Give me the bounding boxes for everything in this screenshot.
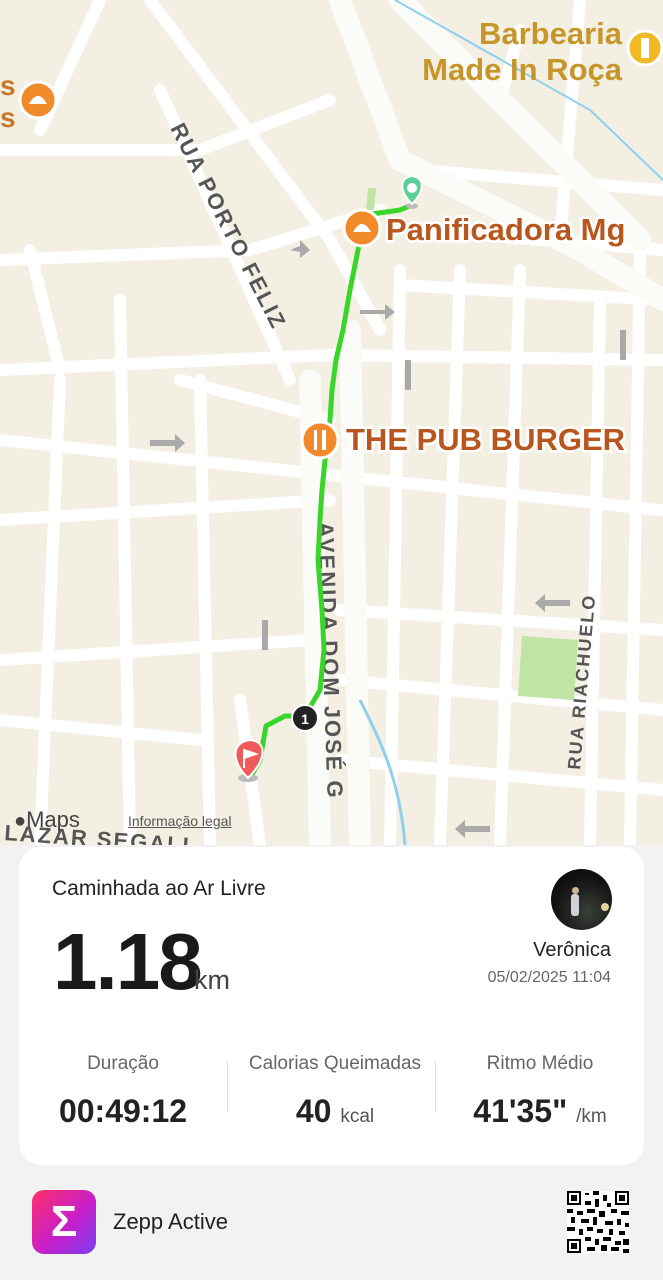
stat-value: 41'35" /km — [473, 1093, 607, 1129]
stat-divider — [435, 1061, 436, 1111]
distance-unit: km — [194, 965, 230, 995]
maps-attribution: ●Maps — [14, 807, 80, 833]
route-start-pin-icon[interactable] — [401, 174, 423, 209]
activity-summary-card: Caminhada ao Ar Livre 1.18 km Verônica 0… — [19, 847, 644, 1165]
poi-label-barbearia-1: Barbearia — [479, 16, 623, 51]
poi-label-panificadora: Panificadora Mg — [386, 212, 625, 247]
barber-icon[interactable] — [626, 29, 663, 67]
stat-value: 00:49:12 — [58, 1093, 188, 1129]
stat-pace: Ritmo Médio 41'35" /km — [459, 1053, 621, 1130]
qr-code-icon[interactable] — [567, 1191, 629, 1253]
bakery-icon-left[interactable] — [18, 80, 58, 120]
route-map[interactable]: RUA PORTO FELIZ AVENIDA DOM JOSÉ G RUA R… — [0, 0, 663, 845]
poi-label-barbearia-2: Made In Roça — [422, 52, 623, 87]
restaurant-icon-panificadora[interactable] — [342, 208, 382, 248]
user-name: Verônica — [533, 939, 611, 961]
distance-value: 1.18 — [53, 917, 203, 1006]
legal-info-link[interactable]: Informação legal — [128, 813, 232, 829]
stat-label: Duração — [87, 1053, 159, 1074]
maps-label: Maps — [26, 807, 80, 832]
zepp-logo-icon: Σ — [32, 1190, 96, 1254]
route-end-flag-icon[interactable] — [234, 738, 264, 782]
poi-label-pub-burger: THE PUB BURGER — [346, 422, 625, 457]
svg-text:s: s — [0, 102, 16, 133]
apple-icon: ● — [14, 810, 27, 832]
restaurant-icon-pub-burger[interactable] — [300, 420, 340, 460]
avatar-photo[interactable] — [551, 869, 612, 930]
stat-label: Ritmo Médio — [486, 1053, 594, 1074]
activity-datetime: 05/02/2025 11:04 — [487, 969, 611, 986]
activity-type: Caminhada ao Ar Livre — [52, 877, 266, 900]
poi-partial-label: s — [0, 70, 16, 101]
app-name: Zepp Active — [113, 1209, 228, 1234]
stat-value: 40 kcal — [295, 1093, 375, 1129]
stat-calories: Calorias Queimadas 40 kcal — [235, 1053, 435, 1130]
street-label-porto-feliz: RUA PORTO FELIZ — [166, 119, 292, 333]
stat-label: Calorias Queimadas — [248, 1053, 422, 1074]
stat-duration: Duração 00:49:12 — [55, 1053, 191, 1130]
svg-text:1: 1 — [301, 711, 309, 727]
map-canvas: RUA PORTO FELIZ AVENIDA DOM JOSÉ G RUA R… — [0, 0, 663, 845]
stat-divider — [227, 1061, 228, 1111]
km-marker[interactable]: 1 — [291, 704, 319, 732]
